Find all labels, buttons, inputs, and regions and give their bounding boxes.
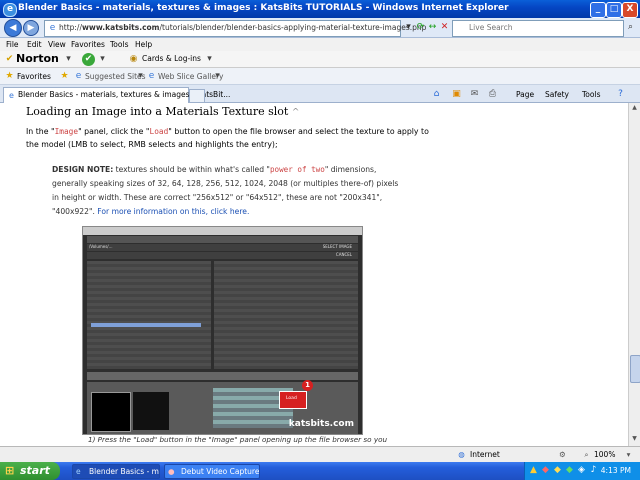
protected-mode-icon: ⚙ xyxy=(559,450,566,459)
scrollbar-thumb[interactable] xyxy=(630,355,640,383)
zoom-level[interactable]: 100% xyxy=(594,450,615,459)
menu-view[interactable]: View xyxy=(48,40,66,49)
back-button[interactable]: ◀ xyxy=(4,19,22,37)
add-favorite-icon[interactable]: ★ xyxy=(58,70,71,83)
cards-dropdown-icon[interactable]: ▾ xyxy=(203,53,216,66)
instruction-paragraph: In the "Image" panel, click the "Load" b… xyxy=(26,127,429,149)
search-input[interactable] xyxy=(453,21,609,34)
scroll-up-icon[interactable]: ▲ xyxy=(629,103,640,113)
feeds-icon[interactable]: ▣ xyxy=(450,88,463,101)
design-note: DESIGN NOTE: textures should be within w… xyxy=(52,165,399,216)
shot-preview xyxy=(91,392,131,432)
minimize-button[interactable]: _ xyxy=(590,2,606,18)
norton-dropdown-icon[interactable]: ▾ xyxy=(62,53,75,66)
task-debut-video[interactable]: ● Debut Video Capture ... xyxy=(164,464,260,479)
address-url: http://www.katsbits.com/tutorials/blende… xyxy=(59,23,427,32)
vertical-scrollbar[interactable]: ▲ ▼ xyxy=(628,103,640,446)
read-mail-icon[interactable]: ✉ xyxy=(468,88,481,101)
shot-selected-file xyxy=(91,323,201,327)
menu-favorites[interactable]: Favorites xyxy=(71,40,105,49)
shot-titlebar xyxy=(83,227,362,235)
forward-button[interactable]: ▶ xyxy=(23,20,39,36)
screenshot-caption: 1) Press the "Load" button in the "Image… xyxy=(88,435,388,444)
address-bar[interactable]: e http://www.katsbits.com/tutorials/blen… xyxy=(44,20,426,37)
gallery-dropdown-icon[interactable]: ▾ xyxy=(211,70,224,83)
shot-watermark: katsbits.com xyxy=(288,419,354,429)
window-title: Blender Basics - materials, textures & i… xyxy=(18,3,509,13)
page-icon: e xyxy=(49,23,56,33)
status-bar: ◍ Internet ⚙ ⌕ 100% ▾ xyxy=(0,446,640,462)
start-button[interactable]: ⊞ start xyxy=(0,462,60,480)
safety-menu-button[interactable]: Safety xyxy=(545,90,569,99)
norton-check-icon: ✔ xyxy=(5,54,14,64)
title-bar: e Blender Basics - materials, textures &… xyxy=(0,0,640,18)
norton-logo: Norton xyxy=(16,52,59,65)
shot-file-bar: CANCEL xyxy=(87,252,358,259)
cards-logins-button[interactable]: Cards & Log-ins xyxy=(142,54,201,63)
zoom-dropdown-icon[interactable]: ▾ xyxy=(622,448,635,461)
norton-toolbar: ✔ Norton ▾ ✔ ▾ ◉ Cards & Log-ins ▾ xyxy=(0,51,640,68)
favorites-star-icon: ★ xyxy=(5,71,14,81)
suggested-sites-icon: e xyxy=(75,71,82,81)
tab-page-icon: e xyxy=(9,91,14,100)
favorites-bar: ★ Favorites ★ e Suggested Sites ▾ e Web … xyxy=(0,68,640,85)
tab-blender-basics[interactable]: e Blender Basics - materials, textures &… xyxy=(3,87,230,103)
task-ie-icon: e xyxy=(76,467,81,476)
search-icon[interactable]: ⌕ xyxy=(624,21,637,34)
clock[interactable]: 4:13 PM xyxy=(601,466,631,475)
menu-edit[interactable]: Edit xyxy=(27,40,42,49)
menu-help[interactable]: Help xyxy=(135,40,152,49)
blender-file-browser-screenshot[interactable]: /Volumes/... SELECT IMAGE CANCEL Load 1 … xyxy=(82,226,363,435)
close-button[interactable]: X xyxy=(622,2,638,18)
windows-flag-icon: ⊞ xyxy=(5,464,15,477)
shot-file-list-left xyxy=(87,261,211,369)
tools-menu-button[interactable]: Tools xyxy=(582,90,600,99)
security-zone-label: Internet xyxy=(470,450,500,459)
menu-file[interactable]: File xyxy=(6,40,19,49)
ie-logo-icon: e xyxy=(3,3,17,17)
shot-marker-1: 1 xyxy=(302,380,313,391)
shot-header-bar xyxy=(87,372,358,380)
shot-path-bar: /Volumes/... SELECT IMAGE xyxy=(87,244,358,251)
home-icon[interactable]: ⌂ xyxy=(430,88,443,101)
taskbar: ⊞ start e Blender Basics - mate... ● Deb… xyxy=(0,462,640,480)
page-content: Loading an Image into a Materials Textur… xyxy=(0,103,628,446)
new-tab-button[interactable] xyxy=(189,89,205,103)
task-debut-icon: ● xyxy=(168,467,175,476)
shot-menubar xyxy=(87,236,358,243)
section-heading: Loading an Image into a Materials Textur… xyxy=(26,105,300,118)
internet-zone-icon: ◍ xyxy=(458,450,465,459)
shot-preview-2 xyxy=(133,392,169,430)
shot-load-button-highlight: Load xyxy=(279,391,307,409)
shot-file-list-right xyxy=(214,261,358,369)
safe-dropdown-icon[interactable]: ▾ xyxy=(96,53,109,66)
back-to-top-link[interactable]: ^ xyxy=(292,108,300,118)
task-blender-basics[interactable]: e Blender Basics - mate... xyxy=(72,464,160,479)
page-menu-button[interactable]: Page xyxy=(516,90,534,99)
stop-icon[interactable]: ✕ xyxy=(438,21,451,34)
scroll-down-icon[interactable]: ▼ xyxy=(629,434,640,444)
volume-icon[interactable]: ♪ xyxy=(587,464,600,477)
tab-bar: e Blender Basics - materials, textures &… xyxy=(0,85,640,103)
print-icon[interactable]: ⎙ xyxy=(486,88,499,101)
menu-tools[interactable]: Tools xyxy=(110,40,128,49)
cards-icon: ◉ xyxy=(129,54,138,64)
search-field[interactable] xyxy=(452,20,624,37)
help-icon[interactable]: ? xyxy=(614,88,627,101)
system-tray: ▲ ◆ ◆ ◆ ◈ ♪ 4:13 PM xyxy=(524,462,640,480)
favorites-button[interactable]: Favorites xyxy=(17,72,51,81)
maximize-button[interactable]: □ xyxy=(606,2,622,18)
address-toolbar: ◀ ▶ e http://www.katsbits.com/tutorials/… xyxy=(0,18,640,38)
web-slice-icon: e xyxy=(148,71,155,81)
menu-bar: File Edit View Favorites Tools Help xyxy=(0,38,640,51)
zoom-icon[interactable]: ⌕ xyxy=(580,448,593,461)
more-info-link[interactable]: For more information on this, click here… xyxy=(97,207,249,216)
safe-check-icon[interactable]: ✔ xyxy=(82,53,95,66)
